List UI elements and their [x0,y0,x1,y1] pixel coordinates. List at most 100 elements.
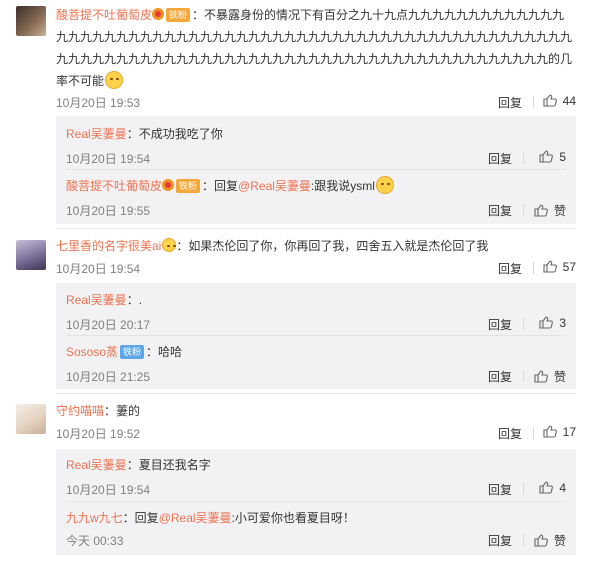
reply-username[interactable]: Sososo蒸 [66,345,118,359]
thumb-up-icon [539,150,554,163]
vip-icon [162,179,175,191]
reply-text: ：哈哈 [146,345,183,359]
like-button[interactable]: 3 [539,316,566,330]
mention-link[interactable]: @Real吴萋曼 [159,511,232,525]
separator [523,152,524,164]
reply-meta: 10月20日 19:54 回复 4 [66,479,566,499]
reply-item: Sososo蒸 铁粉 ：哈哈 10月20日 21:25 回复 赞 [66,342,566,384]
like-button[interactable]: 57 [543,260,576,274]
reply-item: 酸菩提不吐葡萄皮 铁粉 ：回复@Real吴萋曼:跟我说ysml 10月20日 19:… [66,176,566,218]
separator [533,96,534,108]
comment-text: ：如果杰伦回了你，你再回了我，四舍五入就是杰伦回了我 [176,239,489,253]
reply-username[interactable]: Real吴萋曼 [66,458,127,472]
reply-item: 九九w九七：回复@Real吴萋曼:小可爱你也看夏目呀！ 今天 00:33 回复 … [66,508,566,548]
reply-item: Real吴萋曼：. 10月20日 20:17 回复 3 [66,290,566,332]
reply-item: Real吴萋曼：夏目还我名字 10月20日 19:54 回复 4 [66,455,566,497]
comment-body: 守约喵喵：萋的 [56,400,576,422]
reply-text: ：不成功我吃了你 [126,127,223,141]
reply-meta: 10月20日 19:55 回复 赞 [66,200,566,220]
reply-button[interactable]: 回复 [498,260,522,277]
reply-button[interactable]: 回复 [488,481,512,498]
like-count: 赞 [553,204,566,218]
thumb-up-icon [543,425,557,438]
comment-username[interactable]: 守约喵喵 [56,404,104,418]
reply-meta: 今天 00:33 回复 赞 [66,530,566,550]
divider [66,169,566,170]
reply-button[interactable]: 回复 [488,316,512,333]
separator [523,318,524,330]
like-button[interactable]: 4 [539,481,566,495]
thumb-up-icon [534,534,548,547]
like-count: 赞 [553,370,566,384]
reply-time: 10月20日 20:17 [66,318,151,332]
reply-time: 10月20日 19:54 [66,152,151,166]
reply-meta: 10月20日 19:54 回复 5 [66,148,566,168]
avatar[interactable] [16,404,46,434]
reply-time: 10月20日 19:54 [66,483,151,497]
reply-button[interactable]: 回复 [488,368,512,385]
thumb-up-icon [539,481,554,494]
like-button[interactable]: 44 [543,94,576,108]
reply-time: 今天 00:33 [66,534,124,548]
separator [523,370,524,382]
thumb-up-icon [543,260,557,273]
like-button[interactable]: 赞 [534,368,566,385]
reply-time: 10月20日 21:25 [66,370,151,384]
reply-username[interactable]: 九九w九七 [66,511,123,525]
separator [533,427,534,439]
divider [66,335,566,336]
like-button[interactable]: 赞 [534,532,566,549]
avatar[interactable] [16,240,46,270]
comment-time: 10月20日 19:53 [56,96,141,110]
fan-badge: 铁粉 [176,179,201,193]
divider [56,228,576,229]
reply-username[interactable]: 酸菩提不吐葡萄皮 [66,179,162,193]
reply-username[interactable]: Real吴萋曼 [66,293,127,307]
separator [523,483,524,495]
reply-button[interactable]: 回复 [498,94,522,111]
like-count: 赞 [553,534,566,548]
comment-time: 10月20日 19:52 [56,427,141,441]
reply-item: Real吴萋曼：不成功我吃了你 10月20日 19:54 回复 5 [66,124,566,166]
separator [533,262,534,274]
thumb-up-icon [534,204,548,217]
reply-username[interactable]: Real吴萋曼 [66,127,127,141]
thumb-up-icon [543,94,557,107]
like-button[interactable]: 赞 [534,202,566,219]
comment-username[interactable]: 七里香的名字很美ai [56,239,161,253]
reply-text: :小可爱你也看夏目呀！ [231,511,355,525]
reply-prefix: ：回复 [122,511,159,525]
avatar[interactable] [16,6,46,36]
like-button[interactable]: 5 [539,150,566,164]
emoji-icon [105,71,124,89]
mention-link[interactable]: @Real吴萋曼 [238,179,311,193]
like-button[interactable]: 17 [543,425,576,439]
comment-text: ：萋的 [104,404,141,418]
separator [523,534,524,546]
like-count: 17 [562,425,576,439]
reply-meta: 10月20日 21:25 回复 赞 [66,366,566,386]
emoji-icon [375,176,394,194]
comment-meta: 10月20日 19:53 回复 44 [56,92,576,112]
reply-meta: 10月20日 20:17 回复 3 [66,314,566,334]
comment-body: 七里香的名字很美ai ：如果杰伦回了你，你再回了我，四舍五入就是杰伦回了我 [56,235,576,257]
comment-body: 酸菩提不吐葡萄皮 铁粉 ：不暴露身份的情况下有百分之九十九点九九九九九九九九九九九九… [56,4,576,92]
fan-badge: 铁粉 [166,8,191,22]
comment-username[interactable]: 酸菩提不吐葡萄皮 [56,8,152,22]
reply-button[interactable]: 回复 [488,202,512,219]
divider [66,501,566,502]
reply-button[interactable]: 回复 [498,425,522,442]
comment-meta: 10月20日 19:52 回复 17 [56,423,576,443]
fan-badge: 铁粉 [120,345,145,359]
vip-icon [152,8,165,20]
thumb-up-icon [534,370,548,383]
reply-button[interactable]: 回复 [488,532,512,549]
emoji-icon [162,238,177,252]
comment-meta: 10月20日 19:54 回复 57 [56,258,576,278]
like-count: 44 [562,94,576,108]
reply-text: :跟我说ysml [310,179,375,193]
like-count: 4 [559,481,566,495]
separator [523,204,524,216]
divider [56,393,576,394]
reply-button[interactable]: 回复 [488,150,512,167]
